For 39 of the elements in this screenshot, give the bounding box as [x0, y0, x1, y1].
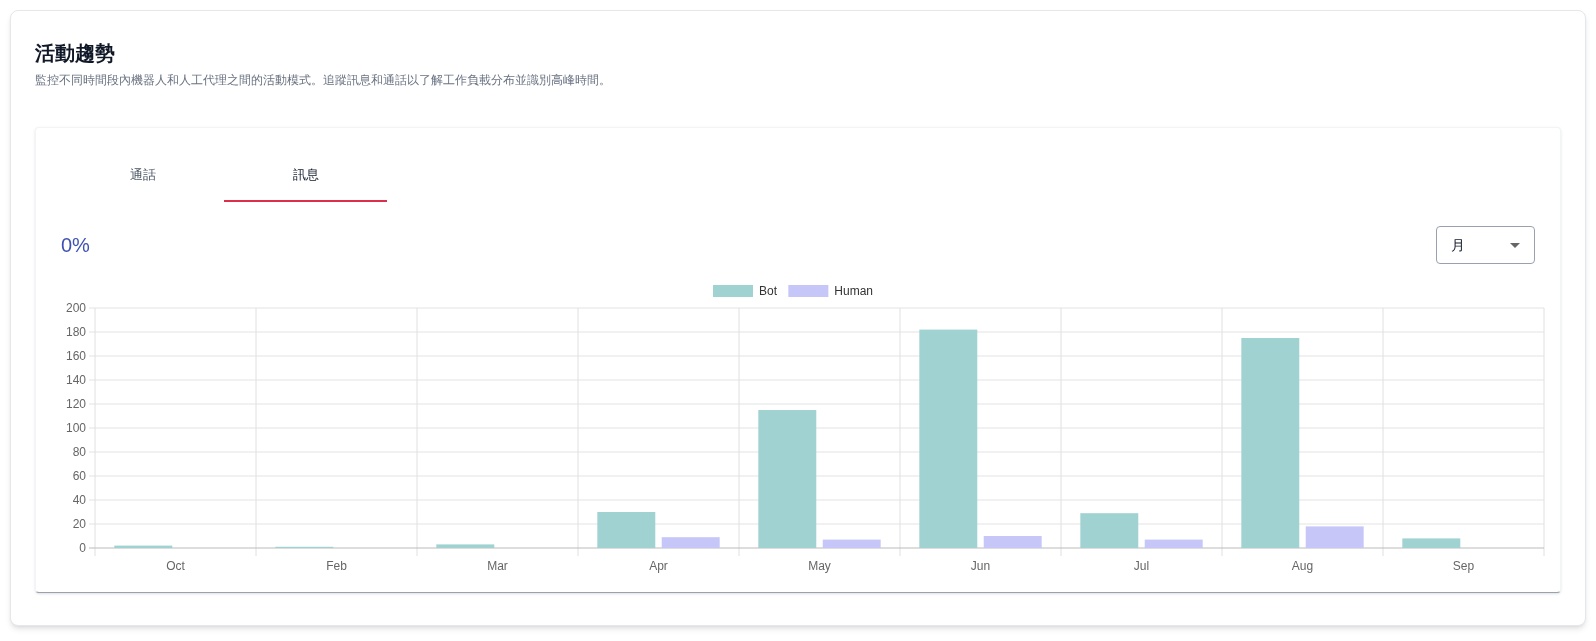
tab[interactable]: 訊息 — [224, 150, 387, 202]
bar — [1305, 526, 1364, 548]
y-tick-label: 40 — [72, 493, 86, 507]
percentage-value: 0% — [61, 233, 90, 258]
bar — [1402, 538, 1461, 548]
y-tick-label: 0 — [79, 541, 86, 555]
y-tick-label: 60 — [72, 469, 86, 483]
x-tick-label: Mar — [487, 559, 508, 573]
section-description: 監控不同時間段內機器人和人工代理之間的活動模式。追蹤訊息和通話以了解工作負載分布並識別高峰時間。 — [35, 72, 612, 89]
tab[interactable]: 通話 — [61, 150, 224, 202]
caret-icon — [1510, 242, 1520, 248]
x-tick-label: Jun — [970, 559, 991, 573]
x-tick-label: Sep — [1452, 559, 1475, 573]
y-tick-label: 200 — [65, 301, 86, 315]
x-tick-label: Apr — [649, 559, 668, 573]
y-tick-label: 180 — [65, 325, 86, 339]
y-tick-label: 100 — [65, 421, 86, 435]
bar — [983, 536, 1042, 548]
legend-label[interactable]: Bot — [759, 284, 777, 298]
x-tick-label: May — [808, 559, 831, 573]
x-tick-label: Jul — [1133, 559, 1150, 573]
bar — [1080, 513, 1139, 548]
bar — [114, 545, 173, 548]
bar — [1144, 539, 1203, 548]
period-select[interactable]: 月 — [1436, 226, 1535, 264]
bar — [661, 537, 720, 548]
y-tick-label: 140 — [65, 373, 86, 387]
bar — [436, 544, 495, 548]
bar — [597, 512, 656, 548]
legend-label[interactable]: Human — [834, 284, 874, 298]
y-tick-label: 120 — [65, 397, 86, 411]
y-tick-label: 20 — [72, 517, 86, 531]
bar — [822, 539, 881, 548]
x-tick-label: Oct — [166, 559, 185, 573]
x-tick-label: Feb — [326, 559, 347, 573]
y-tick-label: 160 — [65, 349, 86, 363]
section-title: 活動趨勢 — [35, 41, 116, 66]
x-tick-label: Aug — [1291, 559, 1314, 573]
y-tick-label: 80 — [72, 445, 86, 459]
